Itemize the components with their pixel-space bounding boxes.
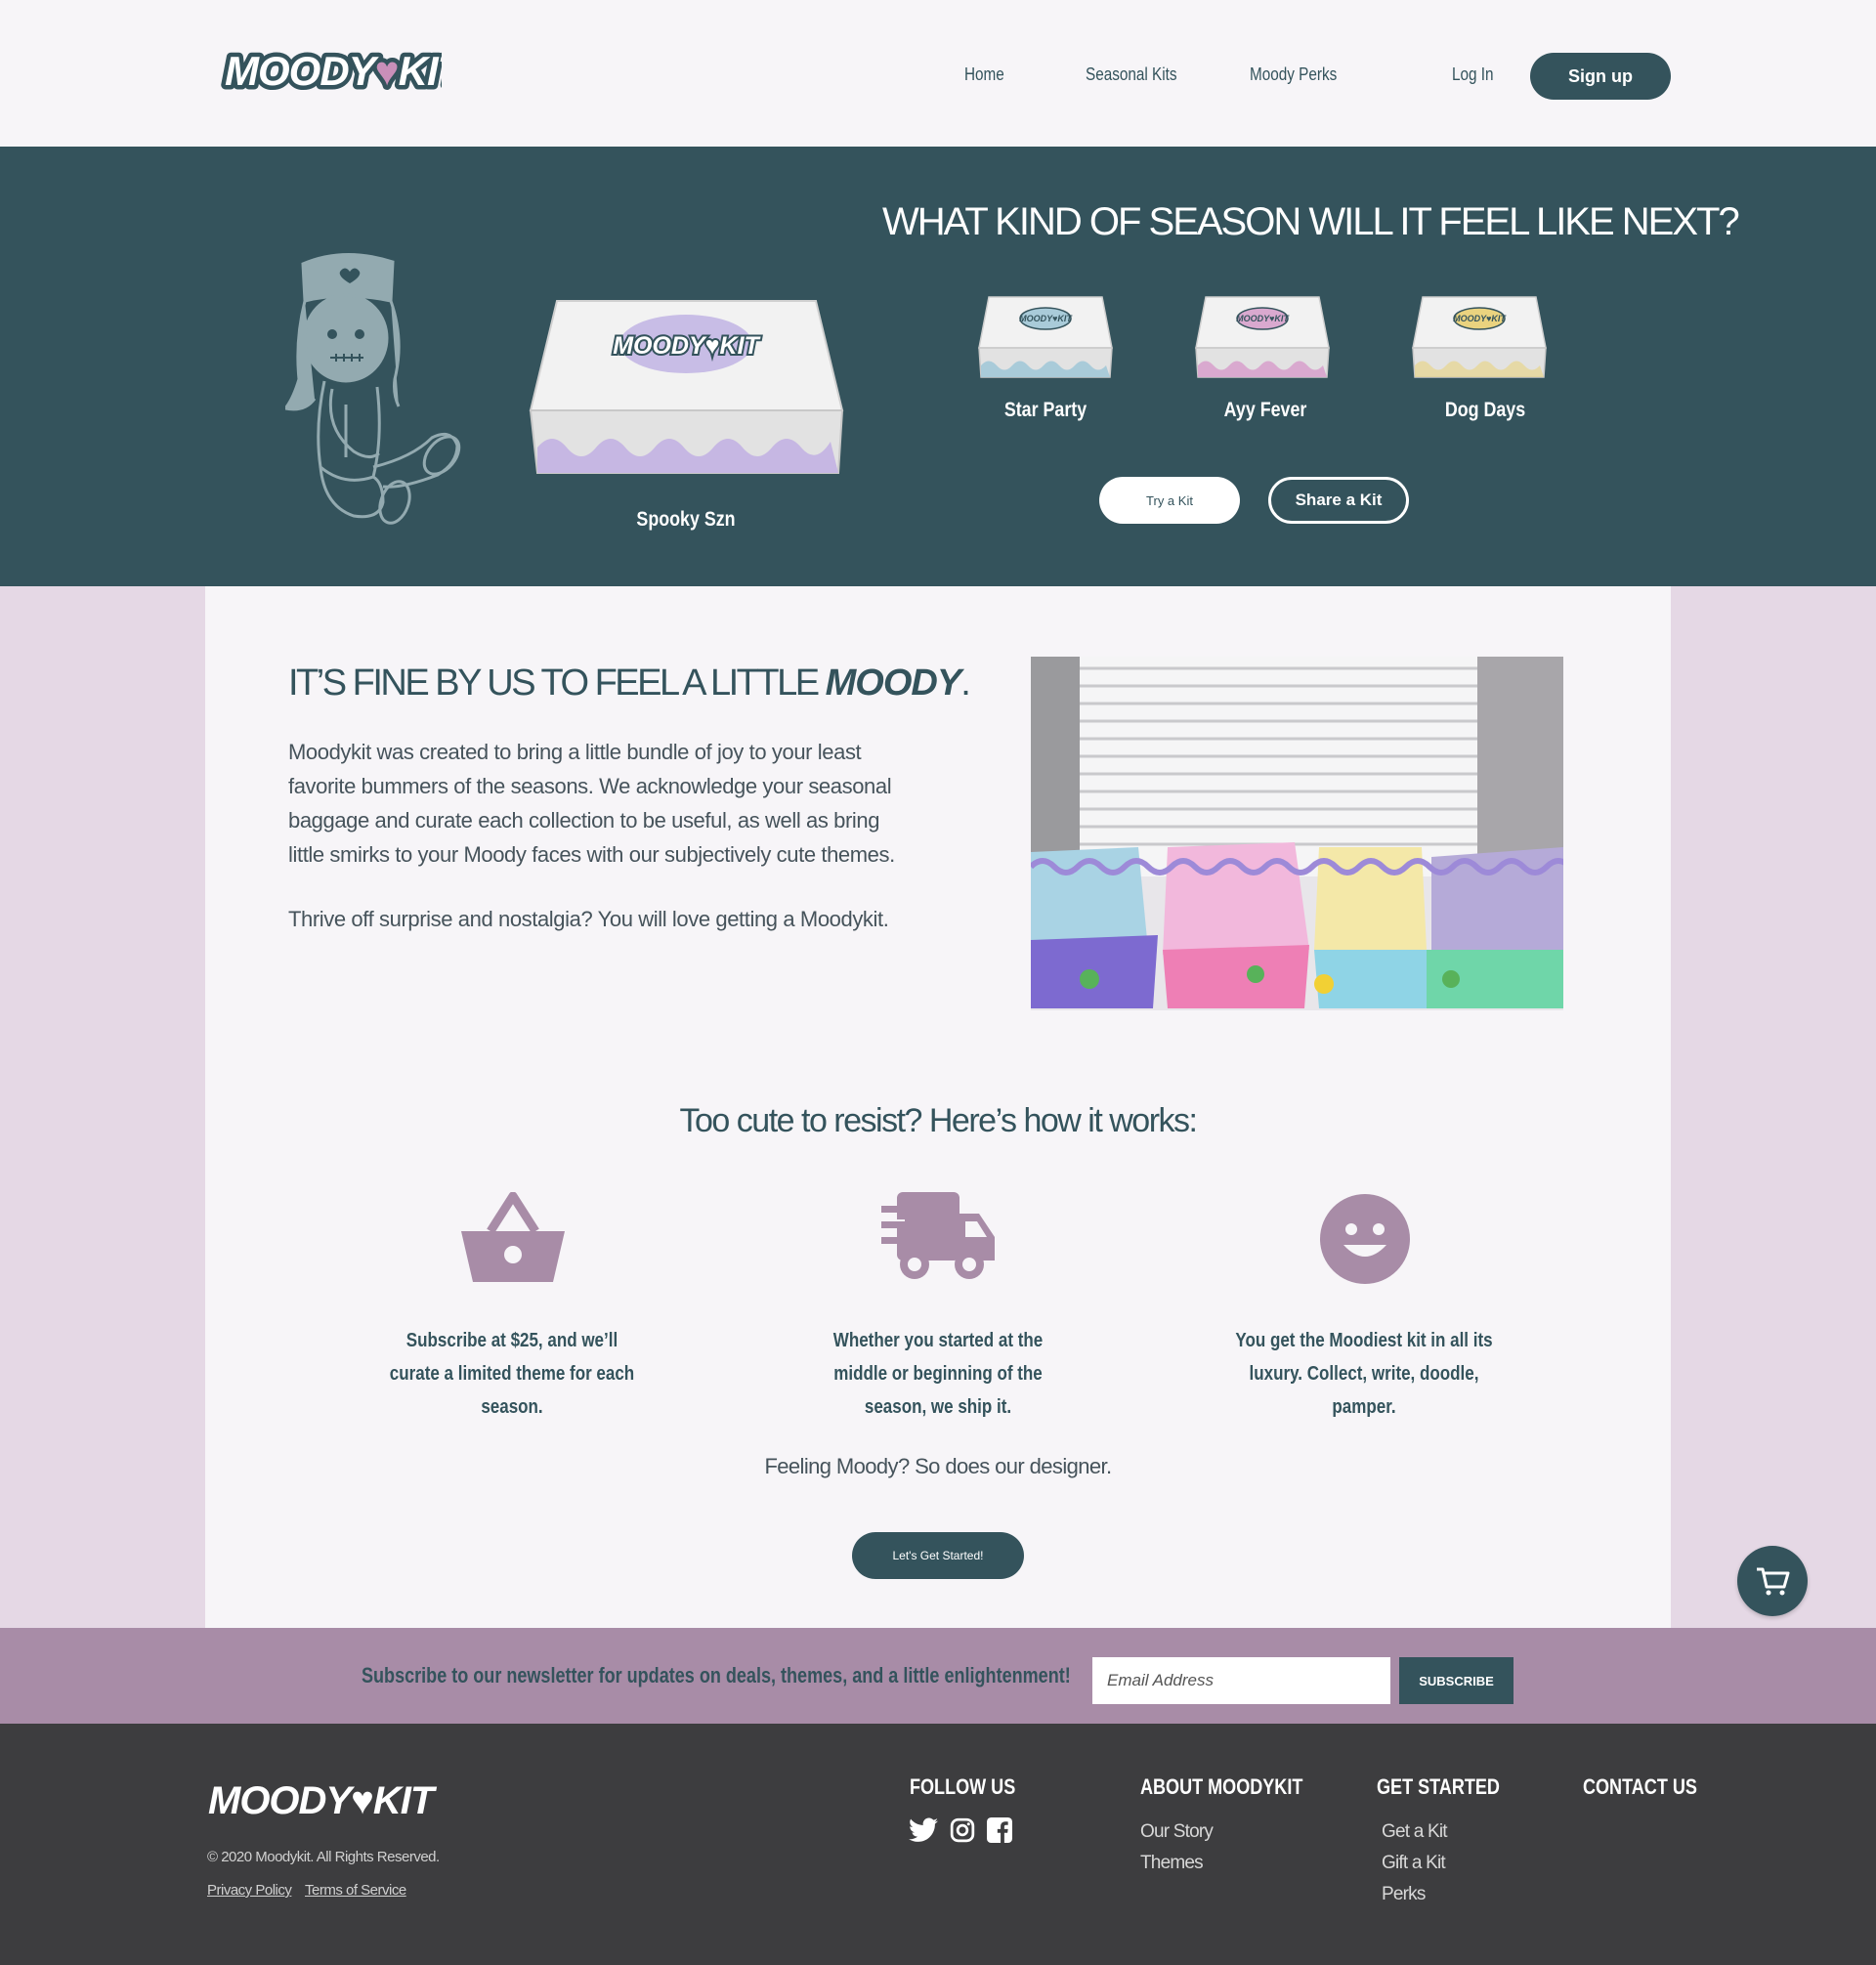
about-moodykit-heading: ABOUT MOODYKIT <box>1140 1774 1303 1799</box>
perks-link[interactable]: Perks <box>1382 1884 1426 1905</box>
gift-a-kit-link[interactable]: Gift a Kit <box>1382 1853 1446 1874</box>
svg-text:MOODY♥KIT: MOODY♥KIT <box>613 332 761 360</box>
moodykit-logo[interactable]: MOODY♥KIT MOODY♥KIT <box>217 41 443 100</box>
svg-text:MOODY♥KIT: MOODY♥KIT <box>1019 314 1073 323</box>
nav-home[interactable]: Home <box>964 64 1004 85</box>
star-party-kit-box[interactable]: MOODY♥KIT <box>977 293 1114 381</box>
step-2-text: Whether you started at the middle or beg… <box>832 1330 1044 1418</box>
facebook-icon[interactable] <box>987 1817 1012 1843</box>
svg-text:MOODY♥KIT: MOODY♥KIT <box>1453 314 1507 323</box>
main-content-panel: IT’S FINE BY US TO FEEL A LITTLE MOODY. … <box>205 586 1671 1628</box>
newsletter-text: Subscribe to our newsletter for updates … <box>362 1663 1071 1687</box>
dog-days-kit-box[interactable]: MOODY♥KIT <box>1411 293 1548 381</box>
privacy-policy-link[interactable]: Privacy Policy <box>207 1882 292 1899</box>
designer-note: Feeling Moody? So does our designer. <box>764 1454 1112 1478</box>
kits-photo <box>1031 657 1563 1010</box>
contact-us-heading[interactable]: CONTACT US <box>1583 1774 1697 1800</box>
hero-title: WHAT KIND OF SEASON WILL IT FEEL LIKE NE… <box>882 200 1740 243</box>
try-a-kit-button[interactable]: Try a Kit <box>1099 477 1240 524</box>
nav-moody-perks[interactable]: Moody Perks <box>1250 64 1337 85</box>
step-3-text: You get the Moodiest kit in all its luxu… <box>1235 1330 1493 1418</box>
svg-text:MOODY♥KIT: MOODY♥KIT <box>1236 314 1290 323</box>
newsletter-bar: Subscribe to our newsletter for updates … <box>0 1628 1876 1724</box>
about-paragraph: Moodykit was created to bring a little b… <box>288 740 895 867</box>
get-a-kit-link[interactable]: Get a Kit <box>1382 1821 1448 1843</box>
share-a-kit-button[interactable]: Share a Kit <box>1268 477 1409 524</box>
featured-kit-label: Spooky Szn <box>636 508 736 531</box>
doll-illustration <box>285 253 461 525</box>
get-started-button[interactable]: Let's Get Started! <box>852 1532 1024 1579</box>
basket-icon <box>461 1192 565 1282</box>
about-tagline: Thrive off surprise and nostalgia? You w… <box>288 907 889 931</box>
get-started-heading: GET STARTED <box>1377 1774 1500 1799</box>
subscribe-button[interactable]: SUBSCRIBE <box>1399 1657 1514 1704</box>
svg-text:MOODY♥KIT: MOODY♥KIT <box>225 48 442 94</box>
email-input[interactable] <box>1092 1657 1390 1704</box>
footer-logo[interactable]: MOODY♥KIT <box>206 1774 460 1823</box>
themes-link[interactable]: Themes <box>1140 1853 1204 1874</box>
site-footer: MOODY♥KIT © 2020 Moodykit. All Rights Re… <box>0 1724 1876 1965</box>
svg-text:MOODY♥KIT: MOODY♥KIT <box>208 1779 438 1822</box>
follow-us-heading: FOLLOW US <box>910 1774 1016 1799</box>
signup-button[interactable]: Sign up <box>1530 53 1671 100</box>
kit-label-star-party: Star Party <box>1003 399 1087 421</box>
kit-label-ayy-fever: Ayy Fever <box>1223 399 1307 421</box>
terms-of-service-link[interactable]: Terms of Service <box>305 1882 406 1899</box>
instagram-icon[interactable] <box>950 1817 975 1843</box>
cart-button[interactable] <box>1737 1546 1808 1616</box>
about-title: IT’S FINE BY US TO FEEL A LITTLE MOODY. <box>288 662 971 704</box>
spooky-szn-kit-box[interactable]: MOODY♥KIT <box>528 283 845 479</box>
smiley-icon <box>1320 1194 1410 1284</box>
kit-label-dog-days: Dog Days <box>1444 399 1526 421</box>
site-header: MOODY♥KIT MOODY♥KIT Home Seasonal Kits M… <box>0 0 1876 147</box>
copyright: © 2020 Moodykit. All Rights Reserved. <box>207 1849 440 1865</box>
truck-icon <box>881 1192 995 1279</box>
ayy-fever-kit-box[interactable]: MOODY♥KIT <box>1194 293 1331 381</box>
cart-icon <box>1757 1567 1790 1596</box>
step-1-text: Subscribe at $25, and we’ll curate a lim… <box>389 1330 635 1418</box>
how-it-works-title: Too cute to resist? Here’s how it works: <box>679 1102 1198 1139</box>
twitter-icon[interactable] <box>909 1817 938 1843</box>
about-title-emphasis: MOODY <box>825 662 962 704</box>
nav-seasonal-kits[interactable]: Seasonal Kits <box>1086 64 1177 85</box>
login-link[interactable]: Log In <box>1452 64 1494 85</box>
our-story-link[interactable]: Our Story <box>1140 1821 1214 1843</box>
hero-section: MOODY♥KIT Spooky Szn WHAT KIND OF SEASON… <box>0 147 1876 586</box>
